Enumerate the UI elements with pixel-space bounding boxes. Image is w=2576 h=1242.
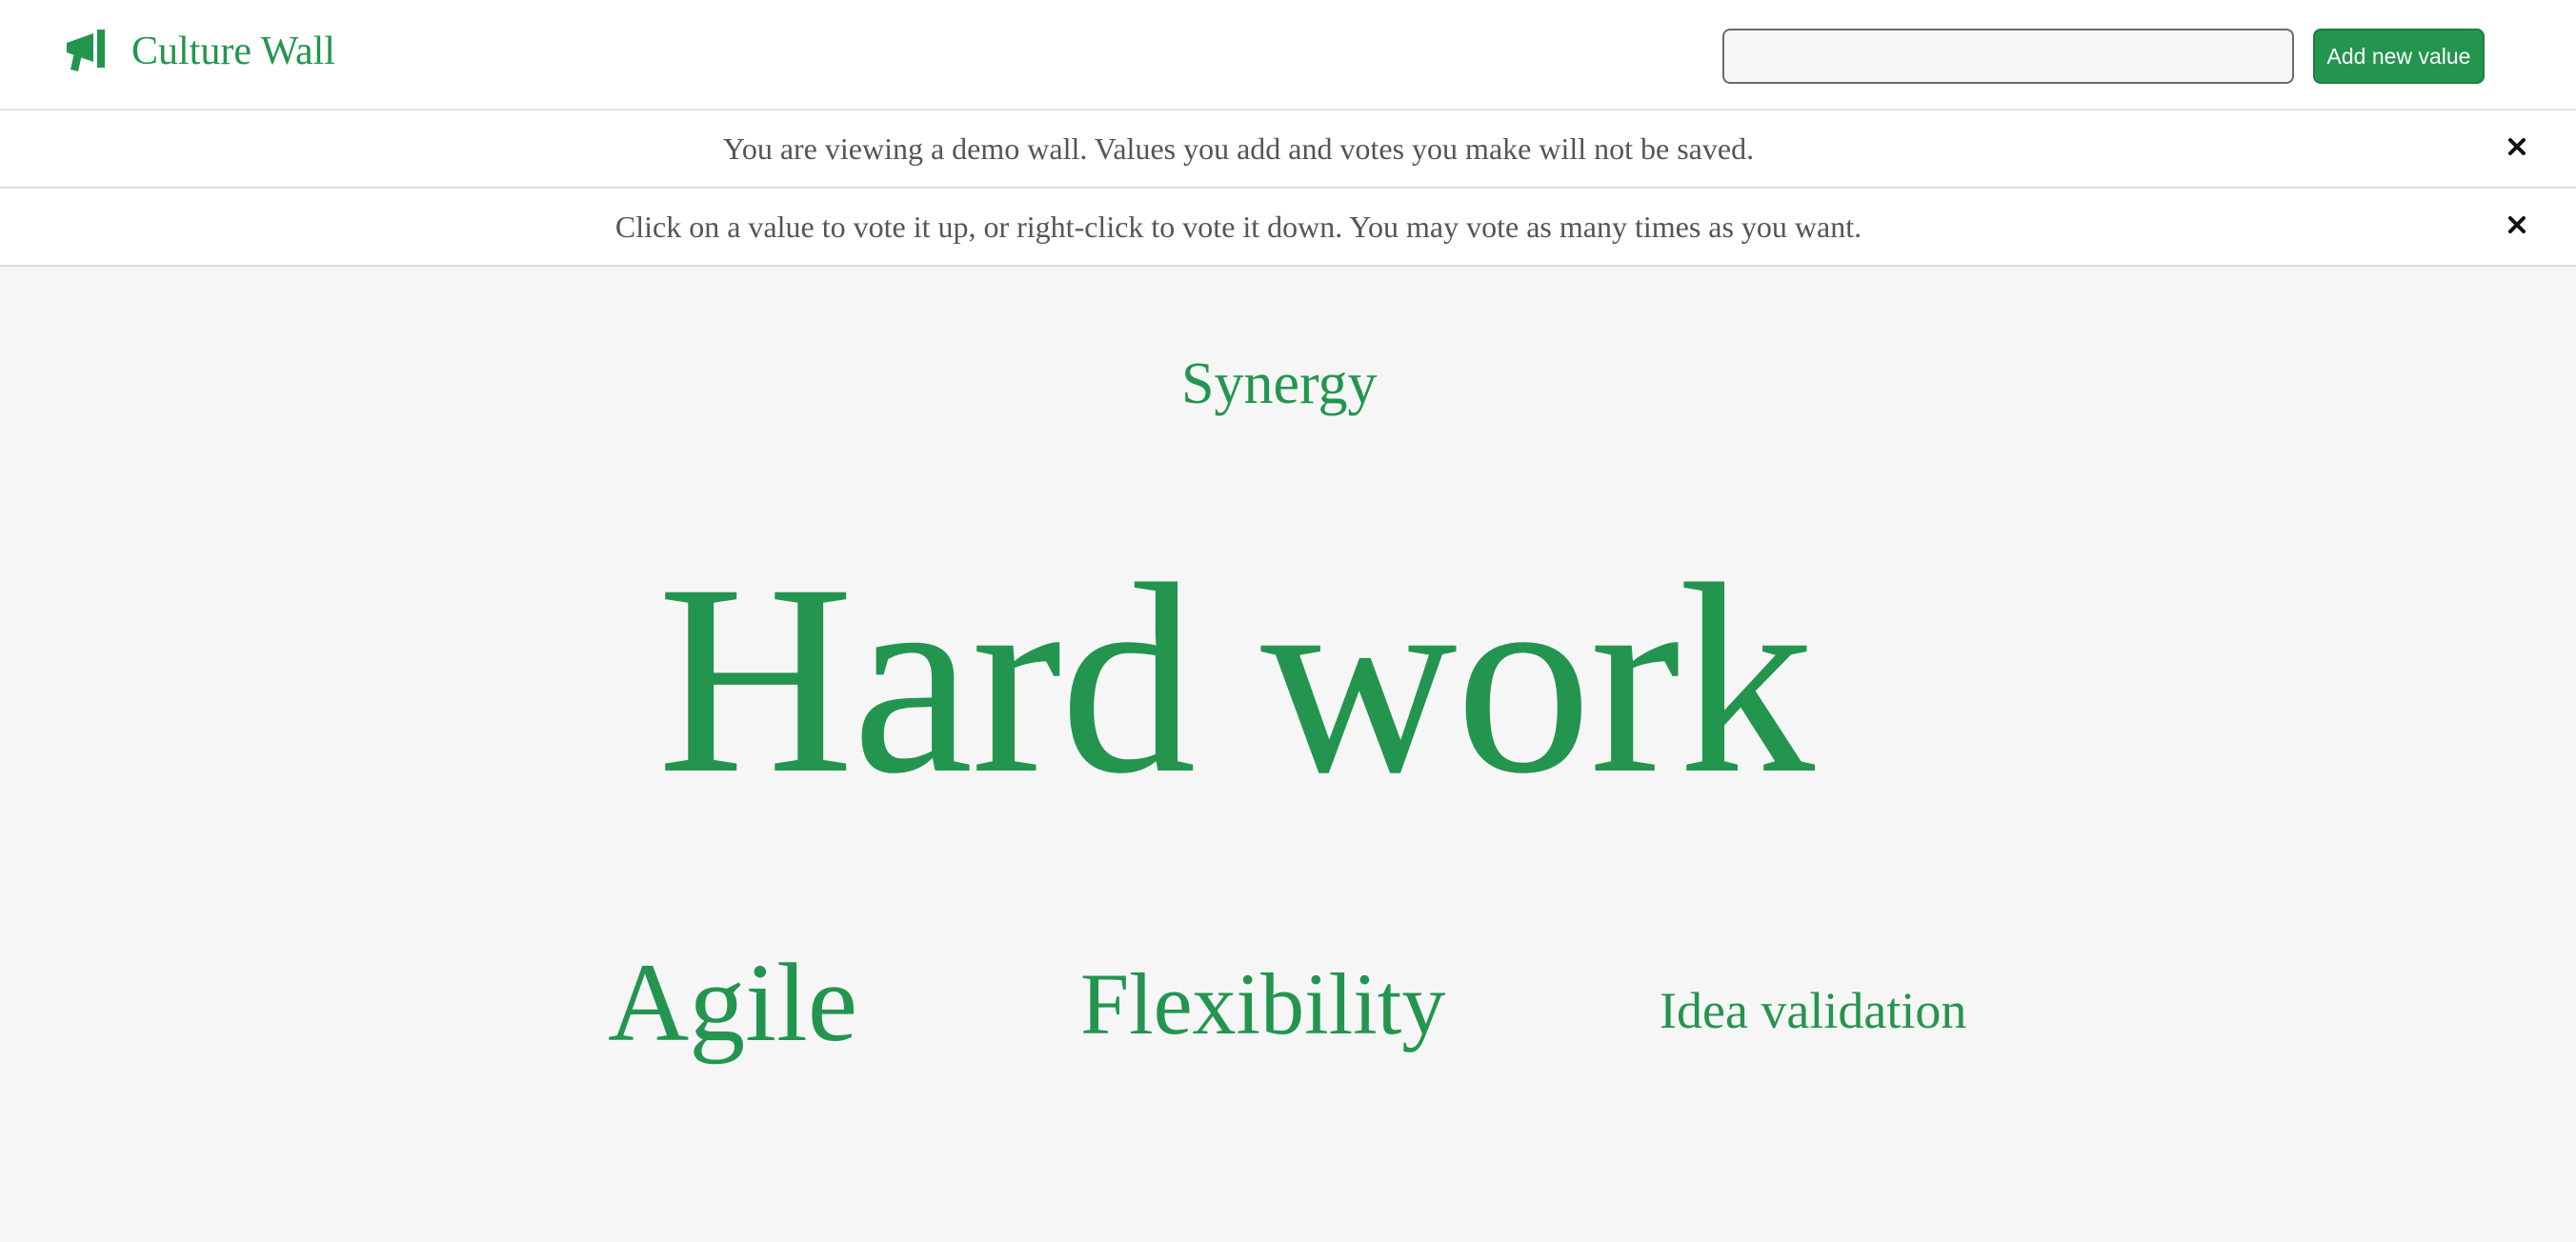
close-demo-banner-button[interactable] [2500,131,2534,166]
value-wall: Synergy Hard work Agile Flexibility Idea… [0,267,2576,1242]
voting-help-message: Click on a value to vote it up, or right… [614,210,1862,244]
value-flexibility[interactable]: Flexibility [1080,960,1445,1048]
close-icon [2508,215,2526,238]
brand-link[interactable]: Culture Wall [65,25,335,78]
voting-help-banner: Click on a value to vote it up, or right… [0,189,2576,267]
megaphone-icon [65,30,109,73]
demo-wall-message: You are viewing a demo wall. Values you … [722,131,1755,166]
value-agile[interactable]: Agile [608,947,857,1059]
app-title: Culture Wall [131,30,335,73]
demo-wall-banner: You are viewing a demo wall. Values you … [0,110,2576,189]
value-idea-validation[interactable]: Idea validation [1660,985,1966,1036]
top-navbar: Culture Wall Add new value [0,0,2576,110]
add-new-value-button[interactable]: Add new value [2313,29,2485,84]
page: Culture Wall Add new value You are viewi… [0,0,2576,1242]
new-value-input[interactable] [1722,29,2294,84]
value-hard-work[interactable]: Hard work [657,543,1815,815]
value-synergy[interactable]: Synergy [1181,354,1378,413]
close-help-banner-button[interactable] [2500,210,2534,244]
close-icon [2508,137,2526,160]
